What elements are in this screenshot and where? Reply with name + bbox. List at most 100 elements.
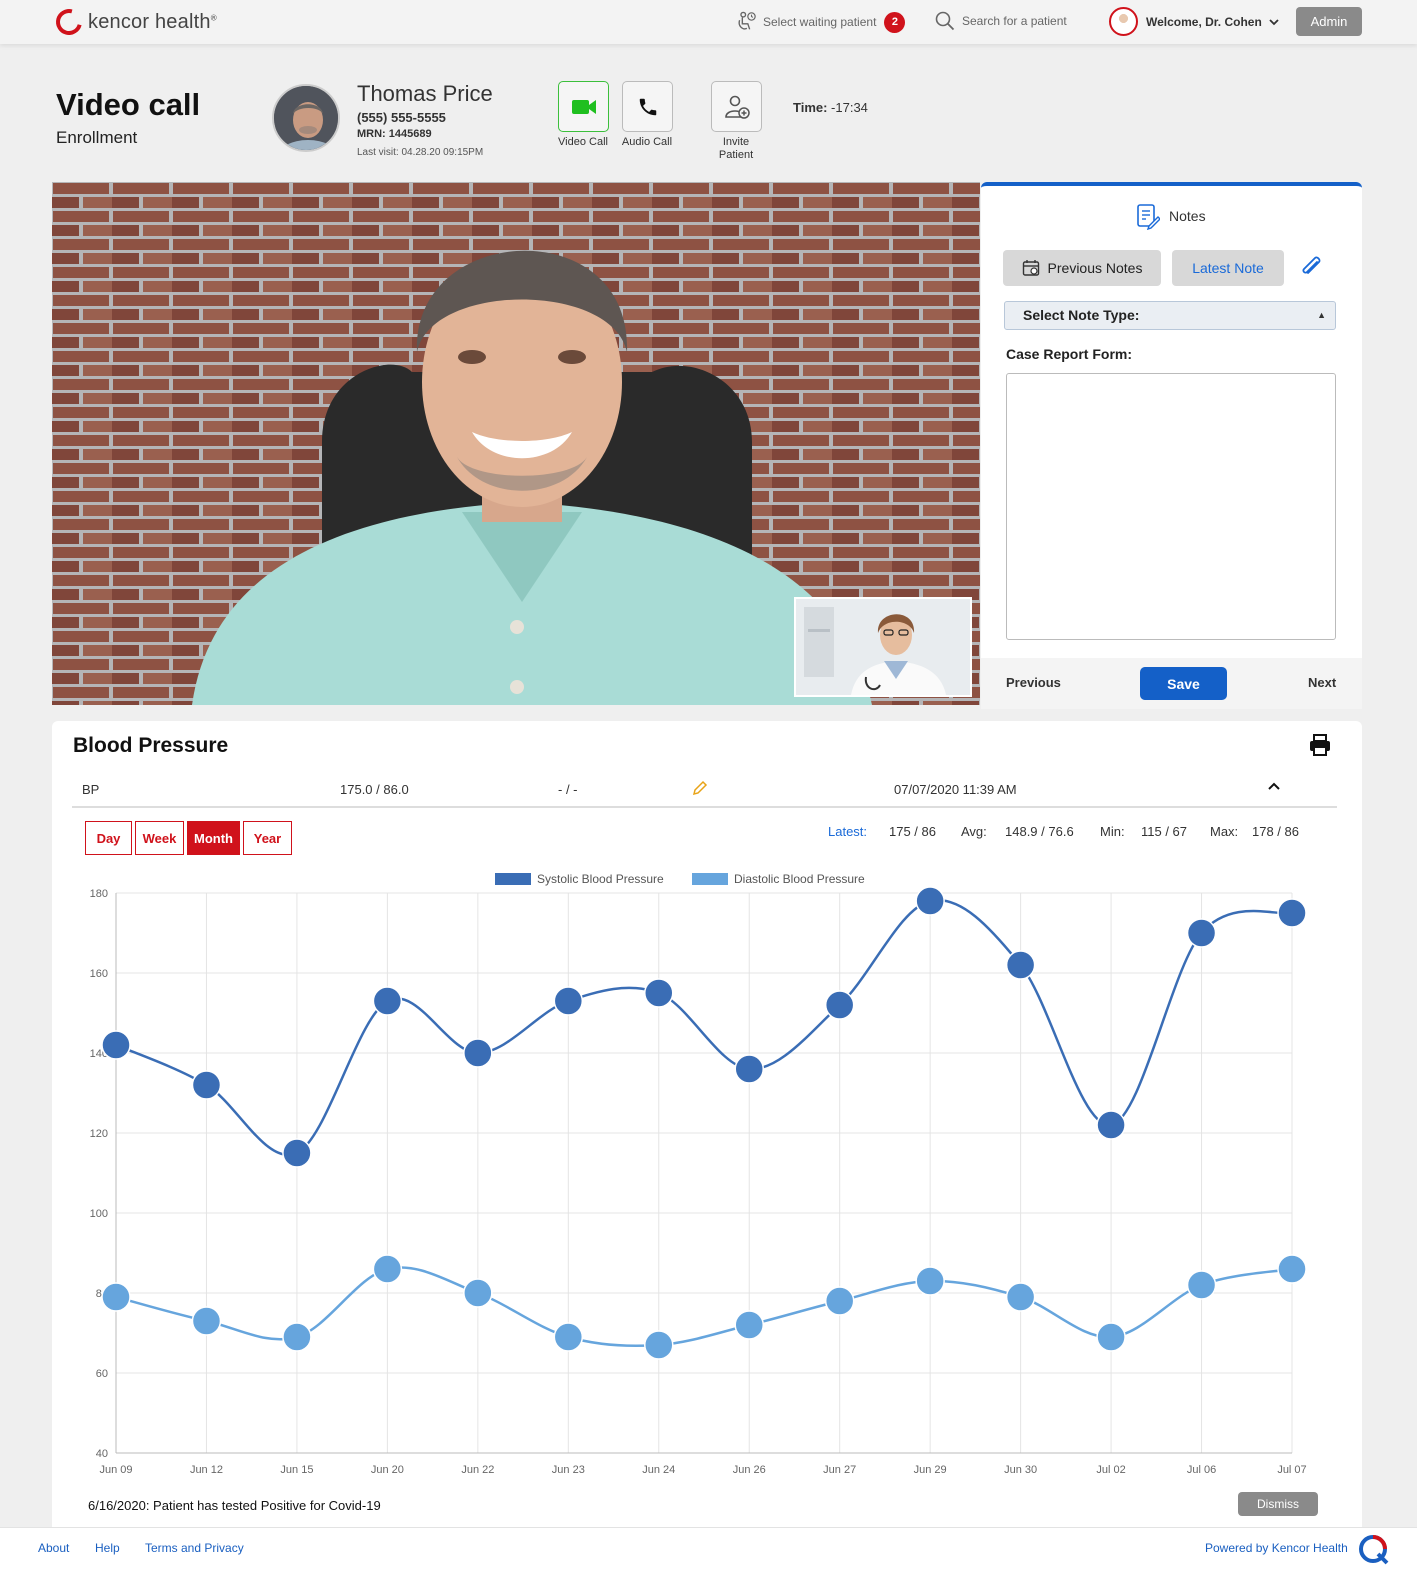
case-report-form-label: Case Report Form: [1006, 346, 1133, 362]
notes-title: Notes [1169, 208, 1206, 224]
user-menu[interactable]: Welcome, Dr. Cohen [1109, 7, 1280, 36]
next-button[interactable]: Next [1308, 675, 1336, 690]
select-arrows-icon: ▲ [1317, 310, 1326, 320]
diastolic-point [463, 1278, 493, 1308]
diastolic-point [734, 1310, 764, 1340]
search-icon [935, 11, 955, 31]
systolic-point [553, 986, 584, 1016]
save-button[interactable]: Save [1140, 667, 1227, 700]
x-tick-label: Jun 24 [642, 1464, 675, 1476]
diastolic-point [1186, 1270, 1217, 1300]
phone-icon [639, 98, 656, 115]
x-tick-label: Jun 15 [280, 1464, 313, 1476]
range-selector: Day Week Month Year [85, 821, 292, 855]
diastolic-point [372, 1254, 403, 1284]
legend-label: Systolic Blood Pressure [537, 872, 664, 886]
avg-value: 148.9 / 76.6 [1005, 824, 1074, 839]
doctor-video-image [796, 599, 970, 695]
note-type-value: Select Note Type: [1023, 307, 1140, 323]
doctor-avatar [1109, 7, 1138, 36]
blood-pressure-panel: Blood Pressure BP 175.0 / 86.0 - / - 07/… [52, 721, 1362, 1527]
top-navigation-bar: kencor health® Select waiting patient 2 … [0, 0, 1417, 44]
range-day-button[interactable]: Day [85, 821, 132, 855]
waiting-patient-icon [738, 11, 756, 30]
admin-button[interactable]: Admin [1296, 7, 1362, 36]
bp-row-value: 175.0 / 86.0 [340, 782, 409, 797]
pencil-icon[interactable] [692, 780, 708, 796]
previous-notes-button[interactable]: Previous Notes [1003, 250, 1161, 286]
notes-panel: Notes Previous Notes Latest Note Select … [981, 182, 1362, 709]
previous-notes-label: Previous Notes [1047, 260, 1143, 276]
min-label: Min: [1100, 824, 1125, 839]
systolic-point [463, 1038, 493, 1068]
terms-link[interactable]: Terms and Privacy [145, 1541, 244, 1555]
x-tick-label: Jun 26 [733, 1464, 766, 1476]
logo-ring-icon [51, 4, 87, 40]
y-tick-label: 60 [96, 1368, 108, 1380]
x-tick-label: Jul 06 [1187, 1464, 1216, 1476]
print-icon[interactable] [1308, 733, 1332, 757]
video-call-label: Video Call [558, 136, 608, 148]
y-tick-label: 120 [90, 1128, 108, 1140]
bp-reading-row[interactable]: BP 175.0 / 86.0 - / - 07/07/2020 11:39 A… [72, 768, 1337, 808]
video-call-button[interactable] [558, 81, 609, 132]
latest-value: 175 / 86 [889, 824, 936, 839]
patient-mrn: MRN: 1445689 [357, 128, 432, 140]
patient-search[interactable]: Search for a patient [935, 11, 1067, 31]
case-report-form-input[interactable] [1006, 373, 1336, 640]
invite-patient-button[interactable] [711, 81, 762, 132]
kencor-logo[interactable]: kencor health® [51, 4, 217, 40]
latest-label: Latest: [828, 824, 868, 839]
legend-swatch [495, 873, 531, 885]
range-year-button[interactable]: Year [243, 821, 292, 855]
note-type-select[interactable]: Select Note Type: ▲ [1004, 301, 1336, 330]
brand-name: kencor health [88, 10, 211, 33]
x-tick-label: Jun 30 [1004, 1464, 1037, 1476]
covid-alert-text: 6/16/2020: Patient has tested Positive f… [88, 1498, 381, 1513]
range-week-button[interactable]: Week [135, 821, 184, 855]
systolic-point [282, 1138, 312, 1168]
about-link[interactable]: About [38, 1541, 69, 1555]
brand-mark: ® [210, 12, 217, 22]
diastolic-point [191, 1306, 222, 1336]
x-tick-label: Jul 07 [1277, 1464, 1306, 1476]
latest-note-button[interactable]: Latest Note [1172, 250, 1284, 286]
diastolic-point [824, 1286, 855, 1316]
waiting-patient-label: Select waiting patient [763, 15, 877, 29]
doctor-self-view[interactable] [794, 597, 972, 697]
help-link[interactable]: Help [95, 1541, 120, 1555]
y-tick-label: 180 [90, 888, 108, 900]
notes-header: Notes [1136, 202, 1206, 230]
y-tick-label: 160 [90, 968, 108, 980]
patient-avatar-image [274, 86, 338, 150]
paperclip-icon[interactable] [1298, 254, 1324, 280]
powered-by-text: Powered by Kencor Health [1205, 1541, 1348, 1555]
invite-patient-label: Invite Patient [701, 136, 771, 162]
kencor-q-logo-icon[interactable] [1357, 1533, 1391, 1567]
chevron-up-icon[interactable] [1267, 781, 1281, 791]
bp-row-label: BP [82, 782, 100, 797]
previous-button[interactable]: Previous [1006, 675, 1061, 690]
audio-call-button[interactable] [622, 81, 673, 132]
audio-call-label: Audio Call [621, 136, 673, 148]
diastolic-point [553, 1322, 584, 1352]
systolic-point [734, 1054, 764, 1084]
time-value: -17:34 [827, 100, 868, 115]
y-tick-label: 40 [96, 1448, 108, 1460]
systolic-point [915, 886, 945, 916]
diastolic-point [1096, 1322, 1126, 1352]
range-month-button[interactable]: Month [187, 821, 240, 855]
x-tick-label: Jun 23 [552, 1464, 585, 1476]
x-tick-label: Jun 20 [371, 1464, 404, 1476]
systolic-point [1277, 898, 1307, 928]
page-subtitle: Enrollment [56, 128, 138, 147]
dismiss-button[interactable]: Dismiss [1238, 1492, 1318, 1516]
systolic-point [191, 1070, 222, 1100]
patient-phone: (555) 555-5555 [357, 110, 446, 125]
systolic-point [644, 978, 674, 1008]
y-tick-label: 100 [90, 1208, 108, 1220]
systolic-point [101, 1030, 131, 1060]
select-waiting-patient[interactable]: Select waiting patient 2 [735, 11, 906, 33]
systolic-point [1005, 950, 1036, 980]
waiting-count-badge: 2 [884, 11, 906, 33]
